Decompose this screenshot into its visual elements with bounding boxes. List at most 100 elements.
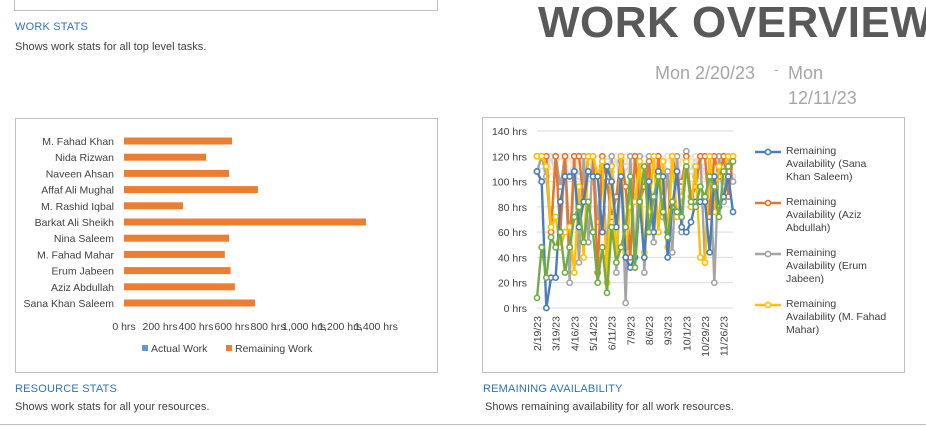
line-point (622, 183, 630, 191)
legend-remaining-work-swatch (226, 345, 232, 351)
line-point (729, 157, 737, 165)
legend-line-label: Availability (M. Fahad (786, 311, 886, 323)
line-point (570, 213, 578, 221)
line-x-tick-label: 2/19/23 (532, 316, 544, 351)
line-point (631, 152, 639, 160)
line-point (594, 173, 602, 180)
bar-remaining-work (124, 153, 207, 161)
legend-marker (764, 148, 772, 156)
line-point (533, 294, 541, 302)
legend-marker (764, 301, 772, 309)
line-point (706, 152, 714, 160)
bar-category-label: Erum Jabeen (52, 266, 115, 278)
bar-category-label: Barkat Ali Sheikh (35, 217, 115, 229)
line-x-tick-label: 11/26/23 (719, 316, 731, 356)
bar-category-label: M. Rashid Iqbal (41, 201, 114, 213)
line-point (668, 198, 676, 206)
line-point (715, 163, 723, 170)
page-title: WORK OVERVIEW (538, 0, 926, 47)
line-point (594, 279, 602, 287)
availability-chart-panel: 0 hrs 20 hrs 40 hrs 60 hrs 80 hrs 100 hrs 120 … (482, 117, 905, 373)
line-point (598, 243, 606, 251)
line-point (538, 152, 546, 160)
line-point (724, 163, 732, 170)
line-point (566, 173, 574, 180)
line-point (710, 279, 718, 287)
remaining-availability-title: REMAINING AVAILABILITY (483, 383, 623, 395)
legend-actual-work-swatch (142, 345, 148, 351)
bar-remaining-work (124, 202, 184, 210)
legend-line-label: Remaining (786, 247, 836, 259)
line-point (603, 289, 611, 297)
line-point (668, 248, 676, 256)
line-point (678, 213, 686, 221)
line-point (692, 203, 700, 211)
bar-x-tick-label: 200 hrs (142, 321, 177, 333)
line-point (547, 168, 555, 175)
line-point (650, 238, 658, 246)
line-point (584, 168, 592, 175)
line-point (626, 173, 634, 180)
line-point (729, 208, 737, 216)
line-point (575, 203, 583, 211)
line-point (673, 168, 681, 175)
line-point (710, 183, 718, 191)
legend-line-label: Mahar) (786, 324, 819, 336)
legend-line-label: Availability (Aziz (786, 209, 862, 221)
remaining-availability-subtitle: Shows remaining availability for all wor… (485, 401, 734, 413)
bar-category-label: Aziz Abdullah (51, 282, 114, 294)
line-point (701, 259, 709, 266)
line-point (570, 269, 578, 276)
bar-remaining-work (124, 250, 225, 258)
bar-category-label: Nina Saleem (54, 233, 114, 245)
bar-remaining-work (124, 218, 366, 226)
line-point (575, 152, 583, 160)
legend-line-label: Jabeen) (786, 273, 824, 285)
line-point (682, 228, 690, 236)
line-point (552, 274, 560, 282)
line-point (622, 223, 630, 231)
line-x-tick-label: 10/29/23 (700, 316, 712, 357)
line-y-tick-label: 120 hrs (492, 151, 527, 163)
line-point (636, 157, 644, 165)
line-point (566, 279, 574, 287)
line-point (617, 173, 625, 180)
line-point (687, 198, 695, 206)
line-point (584, 198, 592, 206)
line-y-tick-label: 0 hrs (504, 303, 527, 315)
bar-remaining-work (124, 299, 256, 307)
remaining-availability-line-chart: 0 hrs 20 hrs 40 hrs 60 hrs 80 hrs 100 hrs 120 … (492, 126, 886, 357)
line-point (566, 243, 574, 251)
line-point (720, 168, 728, 175)
line-point (678, 223, 686, 231)
date-end-date: 12/11/23 (788, 88, 857, 108)
line-point (617, 152, 625, 160)
line-point (622, 299, 630, 307)
work-stats-title: WORK STATS (15, 21, 89, 33)
legend-line-label: Remaining (786, 298, 836, 310)
line-point (608, 223, 616, 231)
line-y-tick-label: 80 hrs (498, 202, 527, 214)
legend-marker (764, 250, 772, 258)
line-point (645, 178, 653, 185)
line-x-tick-label: 3/19/23 (551, 316, 563, 351)
line-point (617, 243, 625, 251)
bar-category-label: Sana Khan Saleem (24, 298, 115, 310)
line-point (542, 274, 550, 282)
line-point (575, 259, 583, 266)
bar-x-tick-label: 800 hrs (250, 321, 285, 333)
line-point (640, 163, 648, 170)
line-x-tick-label: 4/16/23 (569, 316, 581, 351)
line-point (724, 173, 732, 180)
line-point (538, 178, 546, 185)
line-y-tick-label: 60 hrs (498, 227, 527, 239)
page-bottom-border (0, 424, 926, 425)
bar-remaining-work (124, 234, 230, 242)
line-point (575, 183, 583, 191)
line-y-tick-label: 40 hrs (498, 252, 527, 264)
line-point (598, 157, 606, 165)
bar-x-tick-label: 0 hrs (112, 321, 135, 333)
date-start: Mon 2/20/23 (655, 63, 756, 83)
line-x-tick-label: 6/11/23 (607, 316, 619, 350)
line-point (636, 198, 644, 206)
